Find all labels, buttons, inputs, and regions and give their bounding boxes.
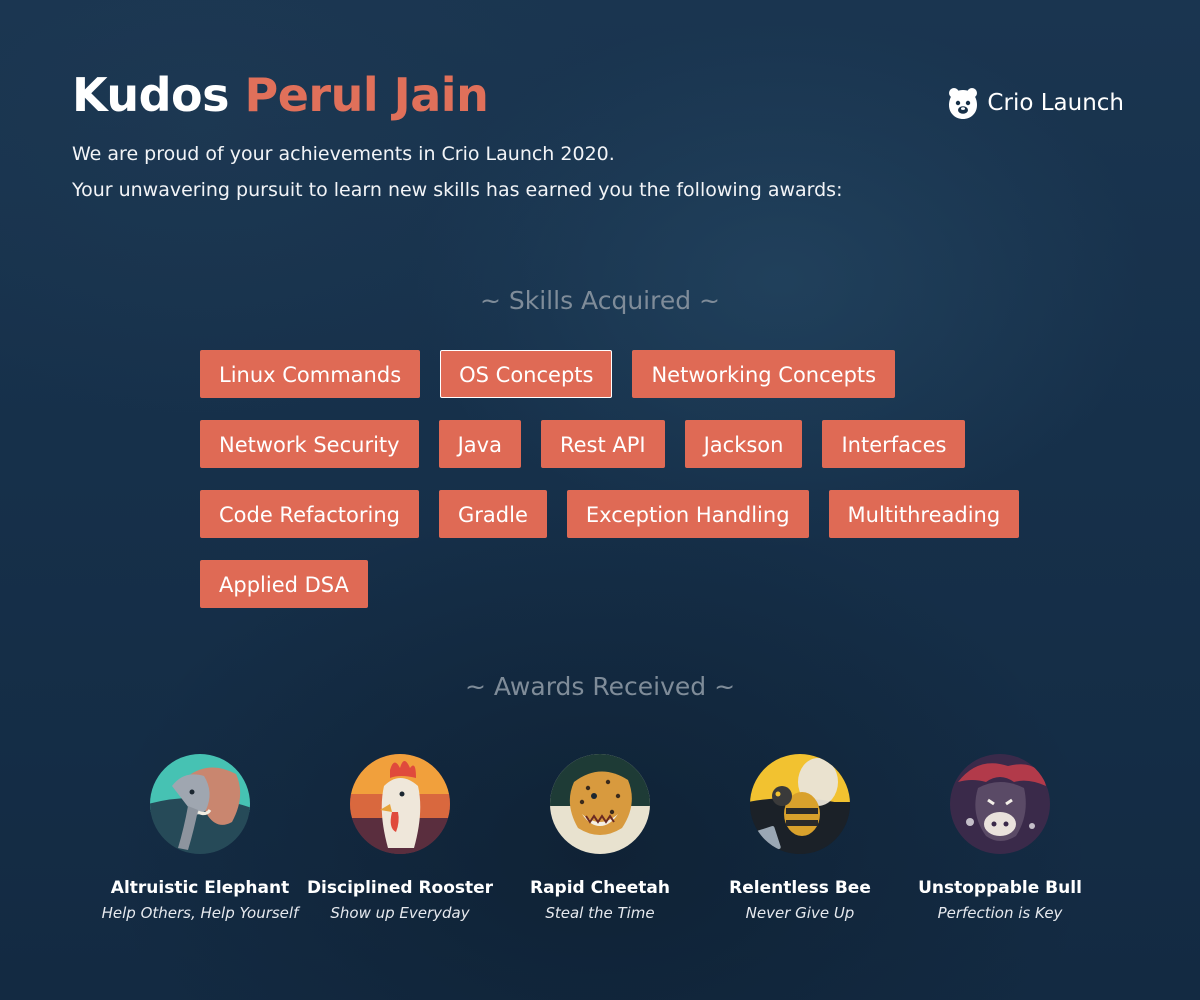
award-motto: Help Others, Help Yourself <box>101 904 299 922</box>
award-item: Unstoppable Bull Perfection is Key <box>900 752 1100 922</box>
award-motto: Steal the Time <box>545 904 655 922</box>
cheetah-icon <box>550 754 650 854</box>
skill-chip: Java <box>438 420 521 468</box>
award-motto: Show up Everyday <box>330 904 470 922</box>
skill-chip: Interfaces <box>822 420 966 468</box>
award-name: Disciplined Rooster <box>306 878 494 898</box>
recipient-name: Perul Jain <box>244 68 489 122</box>
bull-icon <box>950 754 1050 854</box>
bear-logo-icon <box>949 88 978 119</box>
awards-heading: ~ Awards Received ~ <box>464 672 736 701</box>
award-item: Relentless Bee Never Give Up <box>700 752 900 922</box>
intro-text: We are proud of your achievements in Cri… <box>72 136 842 208</box>
award-item: Disciplined Rooster Show up Everyday <box>300 752 500 922</box>
award-item: Rapid Cheetah Steal the Time <box>500 752 700 922</box>
award-motto: Never Give Up <box>745 904 855 922</box>
page-title: Kudos Perul Jain <box>72 62 842 128</box>
bee-icon <box>750 754 850 854</box>
header: Kudos Perul Jain We are proud of your ac… <box>72 62 842 208</box>
skill-chip: Linux Commands <box>200 350 421 398</box>
skill-chip: Code Refactoring <box>200 490 420 538</box>
skill-chip: Network Security <box>200 420 419 468</box>
skill-chip: Rest API <box>540 420 665 468</box>
skill-chip: Multithreading <box>828 490 1020 538</box>
skill-chip: OS Concepts <box>440 350 613 398</box>
award-motto: Perfection is Key <box>937 904 1063 922</box>
skill-chip: Gradle <box>439 490 547 538</box>
award-name: Rapid Cheetah <box>530 878 670 898</box>
skills-heading: ~ Skills Acquired ~ <box>480 286 720 315</box>
award-name: Relentless Bee <box>729 878 871 898</box>
skill-chip: Exception Handling <box>566 490 809 538</box>
title-kudos: Kudos <box>72 68 230 122</box>
brand-name: Crio Launch <box>987 90 1124 116</box>
rooster-icon <box>350 754 450 854</box>
intro-line-2: Your unwavering pursuit to learn new ski… <box>72 179 843 201</box>
brand-logo: Crio Launch <box>947 86 1124 120</box>
elephant-icon <box>150 754 250 854</box>
awards-list: Altruistic Elephant Help Others, Help Yo… <box>100 752 1100 922</box>
award-item: Altruistic Elephant Help Others, Help Yo… <box>100 752 300 922</box>
skill-chip: Jackson <box>684 420 803 468</box>
intro-line-1: We are proud of your achievements in Cri… <box>72 143 615 165</box>
award-name: Unstoppable Bull <box>918 878 1082 898</box>
skill-chip: Networking Concepts <box>632 350 896 398</box>
skill-chip: Applied DSA <box>200 560 368 608</box>
skills-list: Linux Commands OS Concepts Networking Co… <box>200 350 1080 608</box>
award-name: Altruistic Elephant <box>110 878 290 898</box>
